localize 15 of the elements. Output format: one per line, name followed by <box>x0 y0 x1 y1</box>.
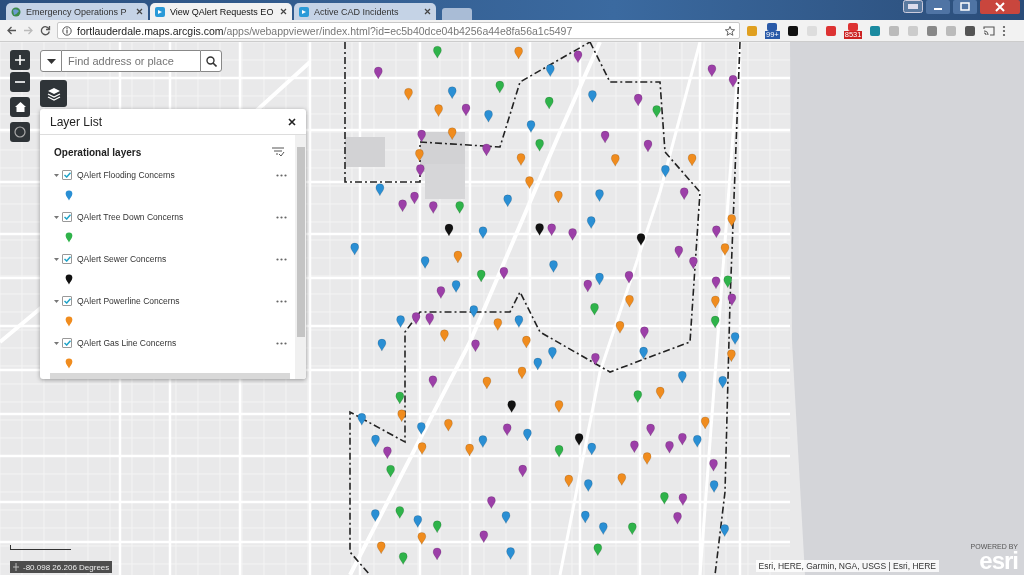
section-title: Operational layers <box>54 146 143 158</box>
layer-name: QAlert Gas Line Concerns <box>77 338 178 348</box>
panel-title: Layer List <box>50 114 104 129</box>
coordinates-text: -80.098 26.206 Degrees <box>23 562 110 572</box>
layer-name: QAlert Powerline Concerns <box>77 296 181 306</box>
browser-tab[interactable]: Active CAD Incidents <box>294 3 436 20</box>
layer-name: QAlert Sewer Concerns <box>77 254 168 264</box>
search-field[interactable]: Find address or place <box>62 50 200 72</box>
layer-name: QAlert Tree Down Concerns <box>77 212 185 222</box>
browser-tab[interactable]: Emergency Operations P <box>6 3 148 20</box>
address-bar[interactable]: fortlauderdale.maps.arcgis.com/apps/webappviewer/index.html?id=ec5b40dce04b4256a44e8fa56a1c5497 <box>57 22 740 39</box>
url-text: fortlauderdale.maps.arcgis.com/apps/webappviewer/index.html?id=ec5b40dce04b4256a44e8fa56a1c5497 <box>77 24 574 37</box>
browser-tab[interactable]: View QAlert Requests EO <box>150 3 292 20</box>
attribution-text: Esri, HERE, Garmin, NGA, USGS | Esri, HERE <box>755 560 939 572</box>
layer-name: QAlert Flooding Concerns <box>77 170 176 180</box>
